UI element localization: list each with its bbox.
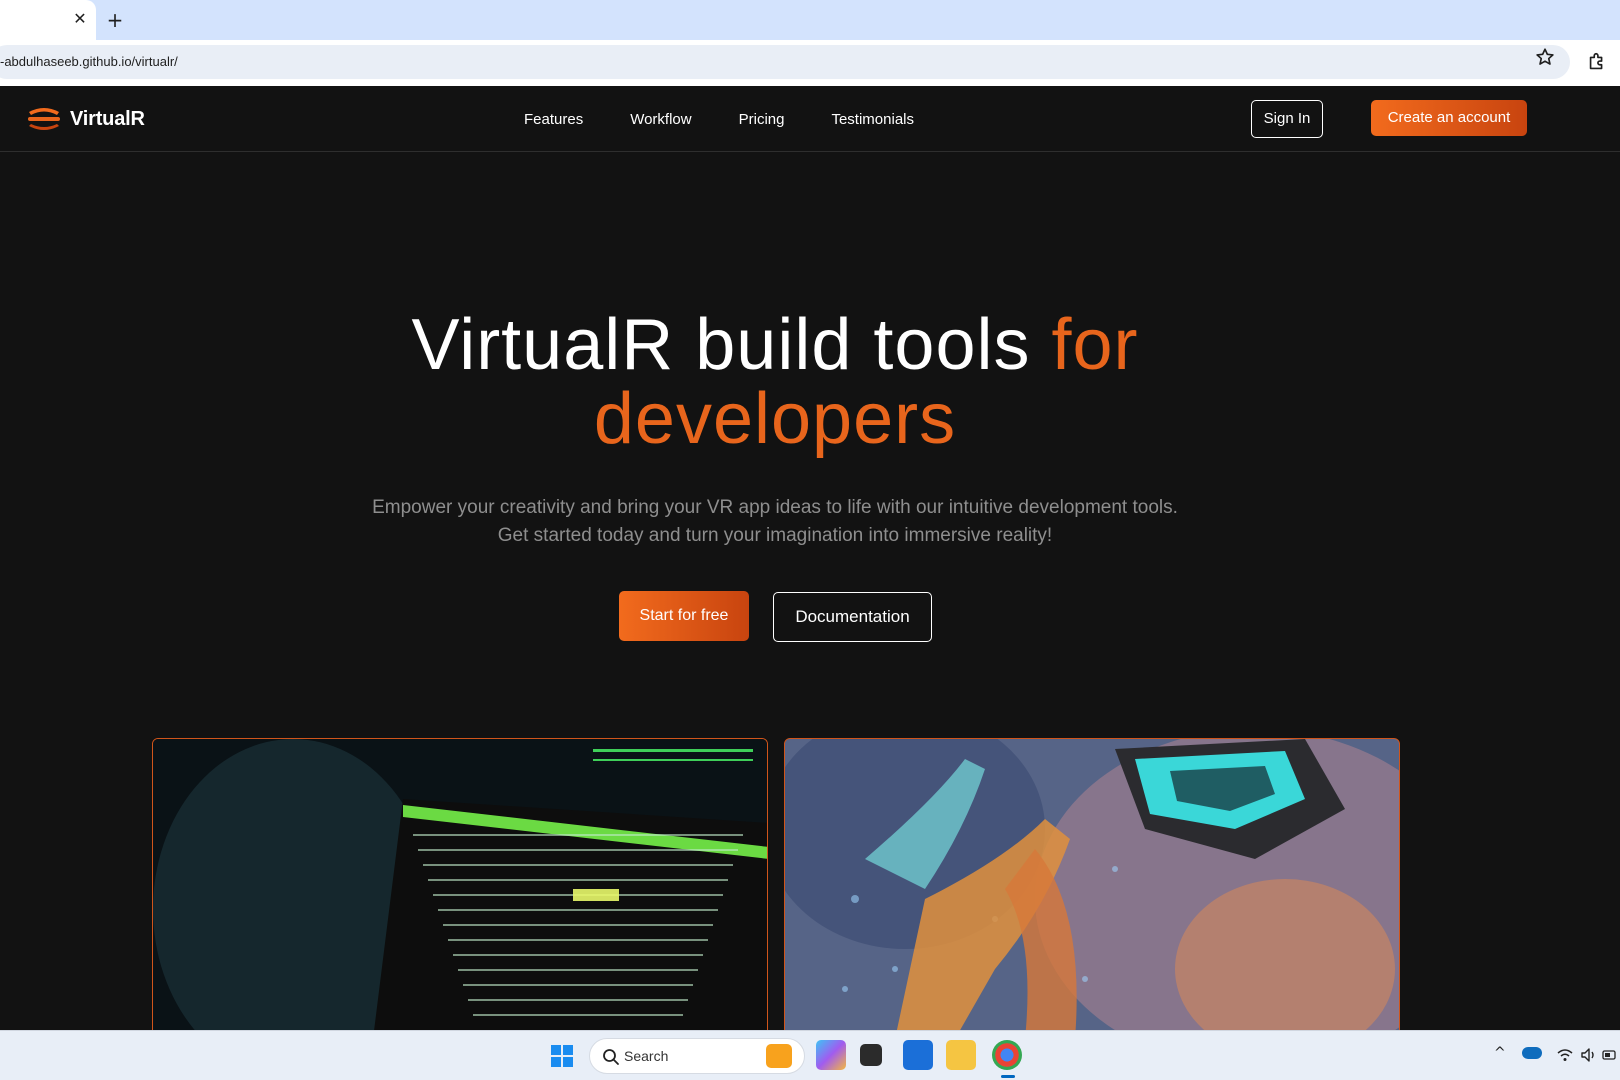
start-for-free-button[interactable]: Start for free	[619, 591, 749, 641]
nav-links: Features Workflow Pricing Testimonials	[524, 86, 961, 152]
nav-link-pricing[interactable]: Pricing	[739, 111, 785, 128]
onedrive-icon[interactable]	[1522, 1047, 1542, 1059]
terminal-illustration	[153, 739, 767, 1030]
hero-title-accent-developers: developers	[593, 379, 957, 459]
wifi-icon[interactable]	[1556, 1046, 1574, 1064]
site-navbar: VirtualR Features Workflow Pricing Testi…	[0, 86, 1620, 152]
active-app-indicator	[1001, 1075, 1015, 1078]
documentation-button[interactable]: Documentation	[773, 592, 932, 642]
tray-overflow-chevron-icon[interactable]: ^	[1494, 1045, 1506, 1067]
hero-subtitle-line-2: Get started today and turn your imaginat…	[497, 525, 1053, 546]
address-bar[interactable]: -abdulhaseeb.github.io/virtualr/	[0, 45, 1570, 79]
hero-title-accent-for: for	[1051, 305, 1139, 385]
hero-subtitle-line-1: Empower your creativity and bring your V…	[372, 497, 1178, 518]
create-account-button[interactable]: Create an account	[1371, 100, 1527, 136]
sign-in-button[interactable]: Sign In	[1251, 100, 1323, 138]
address-url[interactable]: -abdulhaseeb.github.io/virtualr/	[0, 45, 178, 79]
code-terminal-image	[152, 738, 768, 1030]
file-explorer-icon[interactable]	[946, 1040, 976, 1070]
page-viewport: VirtualR Features Workflow Pricing Testi…	[0, 86, 1620, 1030]
search-icon	[603, 1049, 619, 1065]
site-logo[interactable]: VirtualR	[26, 104, 145, 134]
bookmark-star-icon[interactable]	[1534, 46, 1556, 68]
taskbar-search-box[interactable]: Search	[589, 1038, 805, 1074]
browser-tab[interactable]: ✕	[0, 0, 96, 40]
chrome-app-icon[interactable]	[992, 1040, 1022, 1070]
nav-link-workflow[interactable]: Workflow	[630, 111, 691, 128]
microsoft-store-icon[interactable]	[903, 1040, 933, 1070]
search-placeholder: Search	[624, 1048, 669, 1064]
nav-link-features[interactable]: Features	[524, 111, 583, 128]
logo-icon	[28, 108, 60, 130]
task-view-icon[interactable]	[860, 1044, 882, 1066]
os-taskbar: Search ^	[0, 1030, 1620, 1080]
windows-start-icon[interactable]	[551, 1045, 573, 1067]
hero-title-main: VirtualR build tools	[411, 305, 1052, 385]
browser-tab-strip: ✕ +	[0, 0, 1620, 40]
browser-toolbar: -abdulhaseeb.github.io/virtualr/	[0, 40, 1620, 86]
volume-icon[interactable]	[1580, 1046, 1598, 1064]
copilot-app-icon[interactable]	[816, 1040, 846, 1070]
logo-text: VirtualR	[70, 107, 145, 130]
hero-subtitle: Empower your creativity and bring your V…	[0, 494, 1550, 550]
close-tab-icon[interactable]: ✕	[70, 9, 90, 29]
battery-icon[interactable]	[1602, 1048, 1618, 1062]
vr-illustration	[785, 739, 1399, 1030]
extensions-icon[interactable]	[1586, 51, 1608, 73]
new-tab-button[interactable]: +	[104, 9, 126, 31]
hero-title: VirtualR build tools for developers	[0, 308, 1550, 456]
briefcase-icon	[766, 1044, 792, 1068]
vr-headset-image	[784, 738, 1400, 1030]
nav-link-testimonials[interactable]: Testimonials	[831, 111, 914, 128]
